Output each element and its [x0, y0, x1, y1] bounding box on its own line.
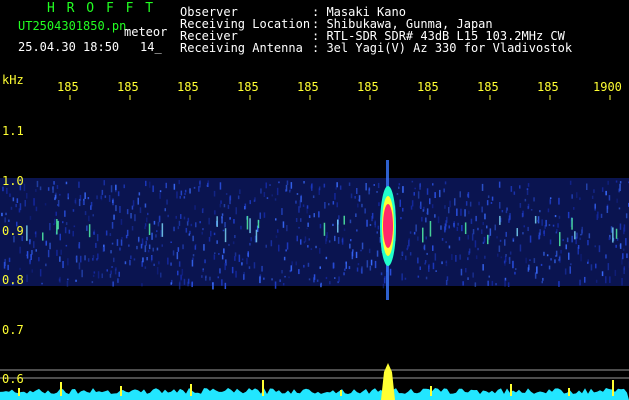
baseline-peak — [18, 388, 20, 396]
x-tick-label: 185 — [357, 80, 379, 94]
x-tick-label: 185 — [417, 80, 439, 94]
x-tick-label: 1900 — [593, 80, 622, 94]
y-axis-unit: kHz — [2, 73, 24, 87]
x-tick-label: 185 — [237, 80, 259, 94]
baseline-peak — [262, 380, 264, 396]
axis-ticks — [69, 95, 611, 100]
y-tick-label: 1.0 — [2, 174, 24, 188]
x-tick-label: 185 — [537, 80, 559, 94]
baseline-peak — [510, 384, 512, 396]
y-tick-label: 0.9 — [2, 224, 24, 238]
baseline-peak — [120, 386, 122, 396]
y-tick-label: 0.8 — [2, 273, 24, 287]
baseline-peak — [430, 386, 432, 396]
y-tick-label: 0.7 — [2, 323, 24, 337]
baseline-peak — [60, 382, 62, 396]
x-tick-label: 185 — [117, 80, 139, 94]
baseline-peak — [340, 390, 342, 396]
echo-core — [383, 204, 393, 248]
baseline-trace — [0, 388, 629, 400]
x-tick-label: 185 — [57, 80, 79, 94]
x-tick-label: 185 — [477, 80, 499, 94]
spectrogram-plot — [0, 95, 629, 400]
signal-baseline — [0, 363, 629, 400]
echo-peak — [381, 363, 395, 400]
x-tick-label: 185 — [177, 80, 199, 94]
noise-band — [0, 178, 629, 290]
baseline-peak — [568, 388, 570, 396]
y-tick-label: 0.6 — [2, 372, 24, 386]
y-tick-label: 1.1 — [2, 124, 24, 138]
baseline-peak — [190, 384, 192, 396]
baseline-peak — [612, 380, 614, 396]
x-tick-label: 185 — [297, 80, 319, 94]
